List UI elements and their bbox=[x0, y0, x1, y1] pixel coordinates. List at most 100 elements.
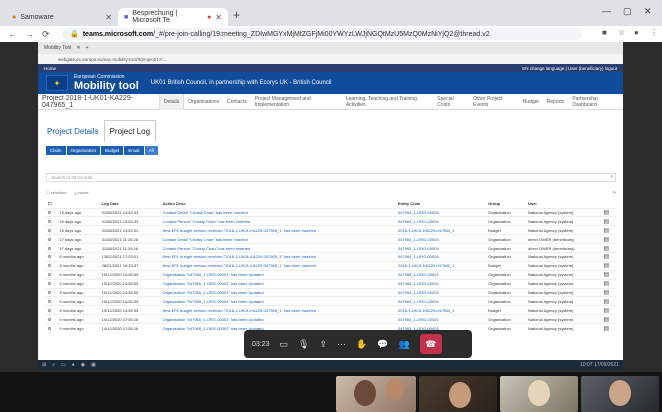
tab-teams[interactable]: ■ Besprechung | Microsoft Te ● ✕ bbox=[118, 8, 228, 26]
row-radio[interactable] bbox=[48, 308, 51, 312]
project-nav-item[interactable]: Partnership Dashboard bbox=[568, 94, 623, 110]
cell-select[interactable] bbox=[46, 269, 58, 280]
participant-video[interactable] bbox=[336, 376, 416, 412]
chat-icon[interactable]: 💬 bbox=[377, 339, 388, 350]
row-detail-icon[interactable]: ▤ bbox=[601, 260, 616, 271]
cell-select[interactable] bbox=[46, 323, 58, 333]
row-radio[interactable] bbox=[48, 326, 51, 330]
cell-entity-code[interactable]: 2018-1-UK01-KA229-047965_1 bbox=[395, 260, 487, 271]
project-nav-item[interactable]: Reports bbox=[543, 94, 569, 110]
row-radio[interactable] bbox=[48, 219, 51, 223]
participant-video[interactable] bbox=[500, 376, 578, 412]
back-icon[interactable]: ← bbox=[8, 29, 17, 39]
profile-icon[interactable]: ● bbox=[634, 28, 639, 37]
url-field[interactable]: 🔒 teams.microsoft.com/_#/pre-join-callin… bbox=[62, 28, 582, 40]
cell-entity-code[interactable]: 047965_1-ORG-00004 bbox=[395, 296, 487, 306]
cell-entity-code[interactable]: 047965_1-ORG-00004 bbox=[395, 207, 487, 217]
row-radio[interactable] bbox=[48, 290, 51, 294]
cell-entity-code[interactable]: 047965_1-ORG-00004 bbox=[395, 243, 487, 253]
filter-email[interactable]: Email bbox=[124, 146, 144, 155]
row-radio[interactable] bbox=[48, 273, 51, 277]
row-radio[interactable] bbox=[48, 210, 51, 214]
row-radio[interactable] bbox=[48, 264, 51, 268]
row-detail-icon[interactable]: ▤ bbox=[601, 314, 616, 324]
row-detail-icon[interactable]: ▤ bbox=[601, 251, 616, 262]
tab-project-details[interactable]: Project Details bbox=[42, 121, 104, 142]
table-row[interactable]: 15 days ago 01/08/2021 13:53:33 Contact Pe… bbox=[46, 216, 616, 226]
row-detail-icon[interactable]: ▤ bbox=[601, 278, 616, 289]
row-detail-icon[interactable]: ▤ bbox=[601, 323, 616, 333]
cell-entity-code[interactable]: 047965_1-ORG-00004 bbox=[395, 234, 487, 244]
cell-entity-code[interactable]: 2018-1-UK01-KA229-047965_1 bbox=[395, 305, 487, 315]
browser-icon[interactable]: ● bbox=[72, 362, 75, 368]
cell-entity-code[interactable]: 047965_1-ORG-00003 bbox=[395, 287, 487, 297]
cell-action-desc[interactable]: Organisation "047965_1-ORG-00001" has be… bbox=[160, 269, 396, 280]
cell-entity-code[interactable]: 047965_1-ORG-00004 bbox=[395, 216, 487, 226]
table-row[interactable]: 17 days ago 31/08/2021 11:26:26 Contact Pe… bbox=[46, 243, 616, 253]
star-icon[interactable]: ☆ bbox=[618, 28, 625, 37]
cell-entity-code[interactable]: 047965_1-ORG-00004 bbox=[395, 251, 487, 262]
taskview-icon[interactable]: ▭ bbox=[61, 362, 66, 368]
reload-icon[interactable]: ⟳ bbox=[42, 29, 50, 40]
forward-icon[interactable]: → bbox=[25, 29, 34, 39]
project-nav-item[interactable]: Learning, Teaching and Training Activiti… bbox=[342, 94, 433, 110]
project-nav-item[interactable]: Contacts bbox=[223, 94, 251, 110]
cell-action-desc[interactable]: Organisation "047965_1-ORG-00003" has be… bbox=[160, 287, 396, 297]
new-tab-icon[interactable]: + bbox=[86, 45, 89, 51]
cell-entity-code[interactable]: 047965_1-ORG-00001 bbox=[395, 314, 487, 324]
close-icon[interactable]: ✕ bbox=[215, 13, 222, 22]
table-row[interactable]: 15 days ago 01/08/2021 13:53:33 Contact De… bbox=[46, 207, 616, 217]
filter-all[interactable]: All bbox=[144, 146, 158, 155]
table-row[interactable]: 9 months ago 15/12/2020 14:55:55 Organisat… bbox=[46, 269, 616, 280]
table-row[interactable]: 9 months ago 14/12/2020 17:55:16 Organisat… bbox=[46, 314, 616, 324]
folder-icon[interactable]: ▣ bbox=[91, 362, 96, 368]
project-nav-item[interactable]: Project Management and Implementation bbox=[251, 94, 342, 110]
user-links[interactable]: EN change language | User (beneficiary) … bbox=[522, 66, 617, 71]
participants-icon[interactable]: 👥 bbox=[398, 339, 409, 350]
table-row[interactable]: 8 months ago 28/01/2021 18:33:37 New EPL b… bbox=[46, 260, 616, 271]
participant-video[interactable] bbox=[581, 376, 659, 412]
close-icon[interactable]: ✕ bbox=[105, 13, 112, 22]
filter-budget[interactable]: Budget bbox=[101, 146, 124, 155]
table-row[interactable]: 15 days ago 01/08/2021 13:53:32 New EPL bu… bbox=[46, 225, 616, 235]
search-icon[interactable]: ⌕ bbox=[52, 362, 55, 368]
hang-up-button[interactable]: ☎ bbox=[419, 334, 442, 354]
menu-icon[interactable]: ⋮ bbox=[650, 28, 658, 37]
selection-button[interactable]: ☐ selection bbox=[46, 190, 67, 195]
inner-address-bar[interactable]: webgate.ec.europa.eu/eac-mobility-tool/#… bbox=[38, 54, 623, 64]
cell-select[interactable] bbox=[46, 260, 58, 271]
close-icon[interactable]: ✕ bbox=[76, 45, 80, 51]
minimize-button[interactable]: — bbox=[602, 6, 611, 16]
camera-icon[interactable]: ■ bbox=[602, 28, 607, 37]
row-detail-icon[interactable]: ▤ bbox=[601, 225, 616, 235]
search-input[interactable]: Search in 33 records ⌕ bbox=[46, 173, 616, 182]
row-radio[interactable] bbox=[48, 237, 51, 241]
row-radio[interactable] bbox=[48, 317, 51, 321]
project-nav-item[interactable]: Budget bbox=[519, 94, 543, 110]
project-nav-item[interactable]: Organisations bbox=[184, 94, 223, 110]
row-radio[interactable] bbox=[48, 246, 51, 250]
row-radio[interactable] bbox=[48, 255, 51, 259]
start-icon[interactable]: ⊞ bbox=[42, 362, 46, 368]
cell-entity-code[interactable]: 2018-1-UK01-KA229-047965_1 bbox=[395, 225, 487, 235]
table-row[interactable]: 9 months ago 15/12/2020 14:55:55 New EPL b… bbox=[46, 305, 616, 315]
more-options-icon[interactable]: ⋯ bbox=[337, 339, 346, 350]
row-detail-icon[interactable]: ▤ bbox=[601, 296, 616, 306]
table-row[interactable]: 9 months ago 15/12/2020 14:55:55 Organisat… bbox=[46, 296, 616, 306]
row-radio[interactable] bbox=[48, 282, 51, 286]
cell-entity-code[interactable]: 047965_1-ORG-00002 bbox=[395, 278, 487, 289]
cell-select[interactable] bbox=[46, 225, 58, 235]
participant-video[interactable] bbox=[419, 376, 497, 412]
row-detail-icon[interactable]: ▤ bbox=[601, 234, 616, 244]
table-row[interactable]: 9 months ago 15/12/2020 14:55:55 Organisat… bbox=[46, 278, 616, 289]
row-radio[interactable] bbox=[48, 228, 51, 232]
tab-samoware[interactable]: ● Samoware ✕ bbox=[6, 8, 118, 26]
cell-action-desc[interactable]: New EPL budget version received "2018-1-… bbox=[160, 260, 396, 271]
cell-action-desc[interactable]: Contact Detail "Christy Chan" has been I… bbox=[160, 207, 396, 217]
cell-select[interactable] bbox=[46, 305, 58, 315]
cell-select[interactable] bbox=[46, 207, 58, 217]
row-detail-icon[interactable]: ▤ bbox=[601, 287, 616, 297]
cell-action-desc[interactable]: Organisation "047965_1-ORG-00001" has be… bbox=[160, 314, 396, 324]
cell-select[interactable] bbox=[46, 243, 58, 253]
tab-project-log[interactable]: Project Log bbox=[103, 120, 157, 142]
